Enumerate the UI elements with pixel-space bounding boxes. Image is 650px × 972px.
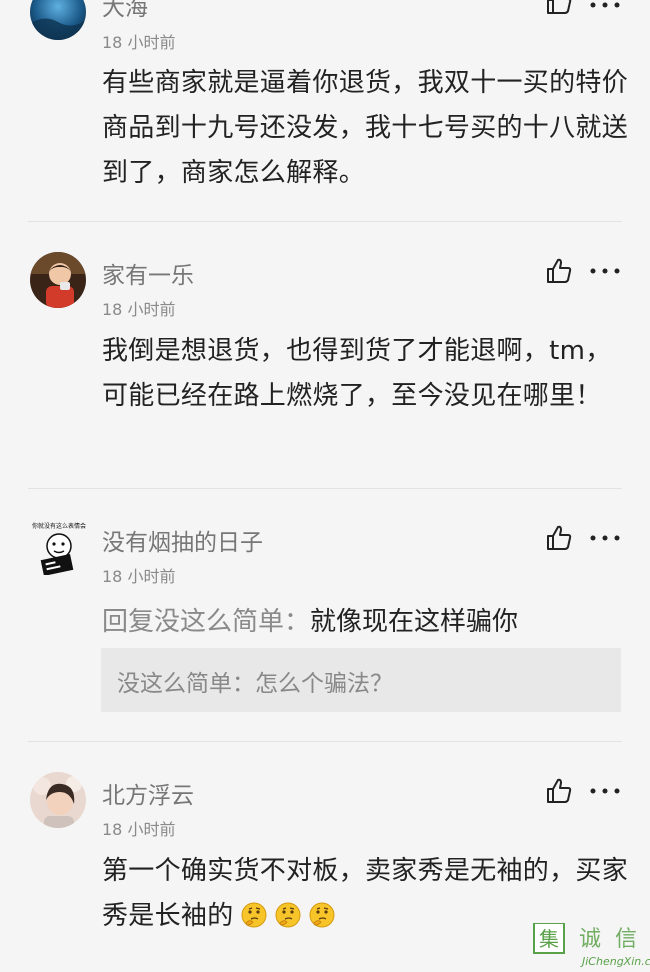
avatar[interactable] <box>30 252 86 308</box>
thumbs-up-icon[interactable] <box>545 524 573 552</box>
reply-text: 回复没这么简单：就像现在这样骗你 <box>102 601 518 638</box>
reply-target[interactable]: 回复没这么简单： <box>102 607 310 637</box>
username[interactable]: 北方浮云 <box>102 776 194 810</box>
thinking-face-icon <box>241 902 267 928</box>
divider <box>28 488 622 489</box>
thinking-face-icon <box>309 902 335 928</box>
thinking-face-icon <box>275 902 301 928</box>
watermark-url: JiChengXin.com <box>582 955 650 968</box>
timestamp: 18 小时前 <box>102 33 176 52</box>
comment-text-content: 第一个确实货不对板，卖家秀是无袖的，买家秀是长袖的 <box>102 856 629 931</box>
watermark-char-1: 集 <box>539 927 559 951</box>
avatar-caption: 你就没有这么表情会不到今天 <box>32 522 86 530</box>
reply-body: 就像现在这样骗你 <box>310 607 519 637</box>
thumbs-up-icon[interactable] <box>545 0 573 16</box>
comment-text: 我倒是想退货，也得到货了才能退啊，tm，可能已经在路上燃烧了，至今没见在哪里！ <box>102 336 612 411</box>
username[interactable]: 家有一乐 <box>102 256 194 290</box>
thumbs-up-icon[interactable] <box>545 257 573 285</box>
watermark-char-2: 诚 <box>579 927 601 952</box>
watermark-char-3: 信 <box>615 927 637 952</box>
thumbs-up-icon[interactable] <box>545 777 573 805</box>
watermark-logo: 集 诚 信 JiChengXin.com <box>532 922 650 972</box>
more-dots-icon[interactable] <box>588 786 622 796</box>
comment-text: 有些商家就是逼着你退货，我双十一买的特价商品到十九号还没发，我十七号买的十八就送… <box>102 68 629 188</box>
divider <box>28 741 622 742</box>
more-dots-icon[interactable] <box>588 0 622 10</box>
timestamp: 18 小时前 <box>102 567 176 586</box>
avatar[interactable] <box>30 772 86 828</box>
quoted-comment[interactable]: 没这么简单：怎么个骗法？ <box>101 648 621 712</box>
more-dots-icon[interactable] <box>588 533 622 543</box>
timestamp: 18 小时前 <box>102 820 176 839</box>
username[interactable]: 大海 <box>102 0 148 22</box>
divider <box>28 221 622 222</box>
comment-feed: 大海 18 小时前 有些商家就是逼着你退货，我双十一买的特价商品到十九号还没发，… <box>0 0 650 972</box>
avatar[interactable]: 你就没有这么表情会不到今天 <box>30 519 86 575</box>
quoted-text: 没这么简单：怎么个骗法？ <box>117 671 393 697</box>
avatar[interactable] <box>30 0 86 40</box>
username[interactable]: 没有烟抽的日子 <box>102 523 263 557</box>
more-dots-icon[interactable] <box>588 266 622 276</box>
timestamp: 18 小时前 <box>102 300 176 319</box>
